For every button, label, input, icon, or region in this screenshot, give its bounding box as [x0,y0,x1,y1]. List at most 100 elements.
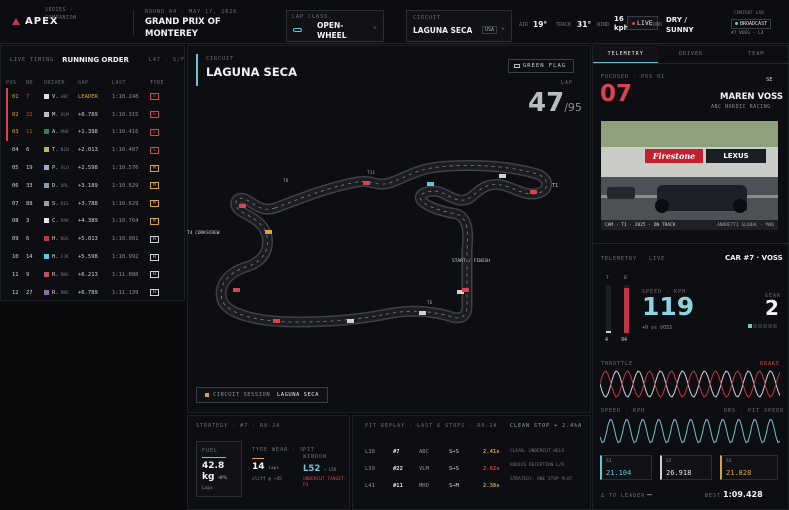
pit-team: MHD [419,483,429,489]
cell-number: 3 [26,213,44,231]
cell-tyre: M [150,213,176,231]
table-row[interactable]: 04 6 T. NIN +2.013 1:10.487 S [6,141,176,159]
cell-gap-text: +4.389 [78,218,98,225]
column-header[interactable]: POS [6,78,26,88]
country-badge: USA [482,26,498,34]
cell-tyre: H [150,230,176,248]
broadcast-button[interactable]: BROADCAST [731,19,772,29]
right-panel-tabs: TELEMETRY DRIVER TEAM [593,44,789,64]
cell-pos-text: 11 [12,271,19,278]
pit-lap: L41 [365,483,375,489]
driver-initial: H. [52,254,59,261]
table-row[interactable]: 06 33 D. ORL +3.189 1:10.629 M [6,177,176,195]
car-marker [239,204,246,208]
cell-last-lap: 1:10.315 [112,106,150,124]
cell-driver: S. RIS [44,195,78,213]
lap-class-select[interactable]: LAP CLASS OPEN-WHEEL ⌄ [286,10,384,42]
table-row[interactable]: 09 6 H. NUS +5.013 1:10.981 H [6,230,176,248]
cell-gap: LEADER [78,88,112,106]
pit-note: STRATEGY: ONE STOP PLOT [510,477,573,482]
lap-info: L47 · S/F [148,57,185,63]
cell-last-lap: 1:10.629 [112,195,150,213]
car-marker [363,181,370,185]
camera-wheel [655,199,669,213]
cell-driver: C. PAK [44,213,78,231]
track-map: T1 T4 CORKSCREW T8 START / FINISH T11 T6 [187,159,558,328]
cell-pos: 08 [6,213,26,231]
car-icon [293,28,302,32]
cell-number-text: 11 [26,129,33,136]
strategy-title: STRATEGY · #7 · R8-2A [196,423,281,429]
table-row[interactable]: 05 19 P. VLO +2.598 1:10.576 M [6,159,176,177]
column-header[interactable]: TYRE [150,78,176,88]
tab-telemetry[interactable]: TELEMETRY [593,44,659,63]
tab-team[interactable]: TEAM [724,44,789,63]
pit-stop-row[interactable]: L38 #7 ABC S→S 2.41s [365,445,505,459]
cell-number-text: 7 [26,93,30,100]
team-color-swatch [44,147,49,153]
cell-pos-text: 07 [12,200,19,207]
brake-bar-label: B [624,276,627,281]
throttle-bar-fill [606,331,611,333]
column-header[interactable]: DRIVER [44,78,78,88]
brand-logo-icon [12,18,20,25]
circuit-heading-title: LAGUNA SECA [206,65,298,79]
cell-gap: +3.788 [78,195,112,213]
table-row[interactable]: 02 22 M. VLM +0.789 1:10.315 S [6,106,176,124]
cell-last-lap: 1:10.576 [112,159,150,177]
tab-driver[interactable]: DRIVER [658,44,723,63]
throttle-bar-track [606,285,611,333]
cell-last-lap: 1:10.487 [112,141,150,159]
circuit-session-chip[interactable]: CIRCUIT SESSION LAGUNA SECA [196,387,328,403]
cell-tyre: S [150,124,176,142]
circuit-select[interactable]: CIRCUIT LAGUNA SECA USA ⌄ [406,10,512,42]
cell-last-lap: 1:10.416 [112,124,150,142]
table-row[interactable]: 10 14 H. FJK +5.598 1:10.992 H [6,248,176,266]
live-timing-label: LIVE TIMING [10,57,55,63]
driver-code: RNG [60,272,69,278]
lexus-banner: LEXUS [706,149,766,163]
driver-initial: P. [52,165,59,172]
cell-number-text: 19 [26,165,33,172]
onboard-camera-image[interactable]: Firestone LEXUS CAM · T1 · 2025 · ON TRA… [601,121,778,230]
brake-graph-label: BRAKE [760,361,781,367]
pit-stop-row[interactable]: L41 #11 MHD S→M 2.38s [365,479,505,493]
driver-initial: R. [52,289,59,296]
driver-initial: R. [52,271,59,278]
driver-code: NUS [60,237,69,243]
table-row[interactable]: 11 9 R. RNG +6.213 1:11.088 H [6,266,176,284]
column-header[interactable]: LAST [112,78,150,88]
table-row[interactable]: 12 27 R. RNG +6.789 1:11.139 H [6,284,176,302]
column-header[interactable]: NO [26,78,44,88]
cell-pos: 12 [6,284,26,302]
pit-lap: L38 [365,449,375,455]
tyre-badge: S [150,128,159,136]
table-row[interactable]: 07 88 S. RIS +3.788 1:10.629 M [6,195,176,213]
cell-gap: +5.013 [78,230,112,248]
cell-driver: R. RNG [44,266,78,284]
lap-class-value: OPEN-WHEEL [317,21,347,40]
table-row[interactable]: 03 11 A. MHD +1.398 1:10.416 S [6,124,176,142]
cell-number-text: 33 [26,182,33,189]
car-marker [265,230,272,234]
cell-gap: +0.789 [78,106,112,124]
cell-gap-text: +6.213 [78,271,98,278]
cell-driver: T. NIN [44,141,78,159]
divider [133,10,134,36]
firestone-banner: Firestone [645,149,703,163]
table-row[interactable]: 08 3 C. PAK +4.389 1:10.764 M [6,213,176,231]
cell-driver: H. NUS [44,230,78,248]
cell-last-lap: 1:11.139 [112,284,150,302]
cell-gap: +2.598 [78,159,112,177]
table-row[interactable]: 01 7 V. ABC LEADER 1:10.248 S [6,88,176,106]
cell-pos: 07 [6,195,26,213]
cell-pos-text: 12 [12,289,19,296]
pit-stop-row[interactable]: L39 #22 VLM S→S 2.62s [365,462,505,476]
cell-pos-text: 10 [12,254,19,261]
pit-no: #22 [393,466,403,472]
cell-pos: 03 [6,124,26,142]
lap-total: /95 [564,101,582,114]
green-flag-button[interactable]: GREEN FLAG [508,59,574,73]
column-header[interactable]: GAP [78,78,112,88]
gear-pip [758,324,762,328]
